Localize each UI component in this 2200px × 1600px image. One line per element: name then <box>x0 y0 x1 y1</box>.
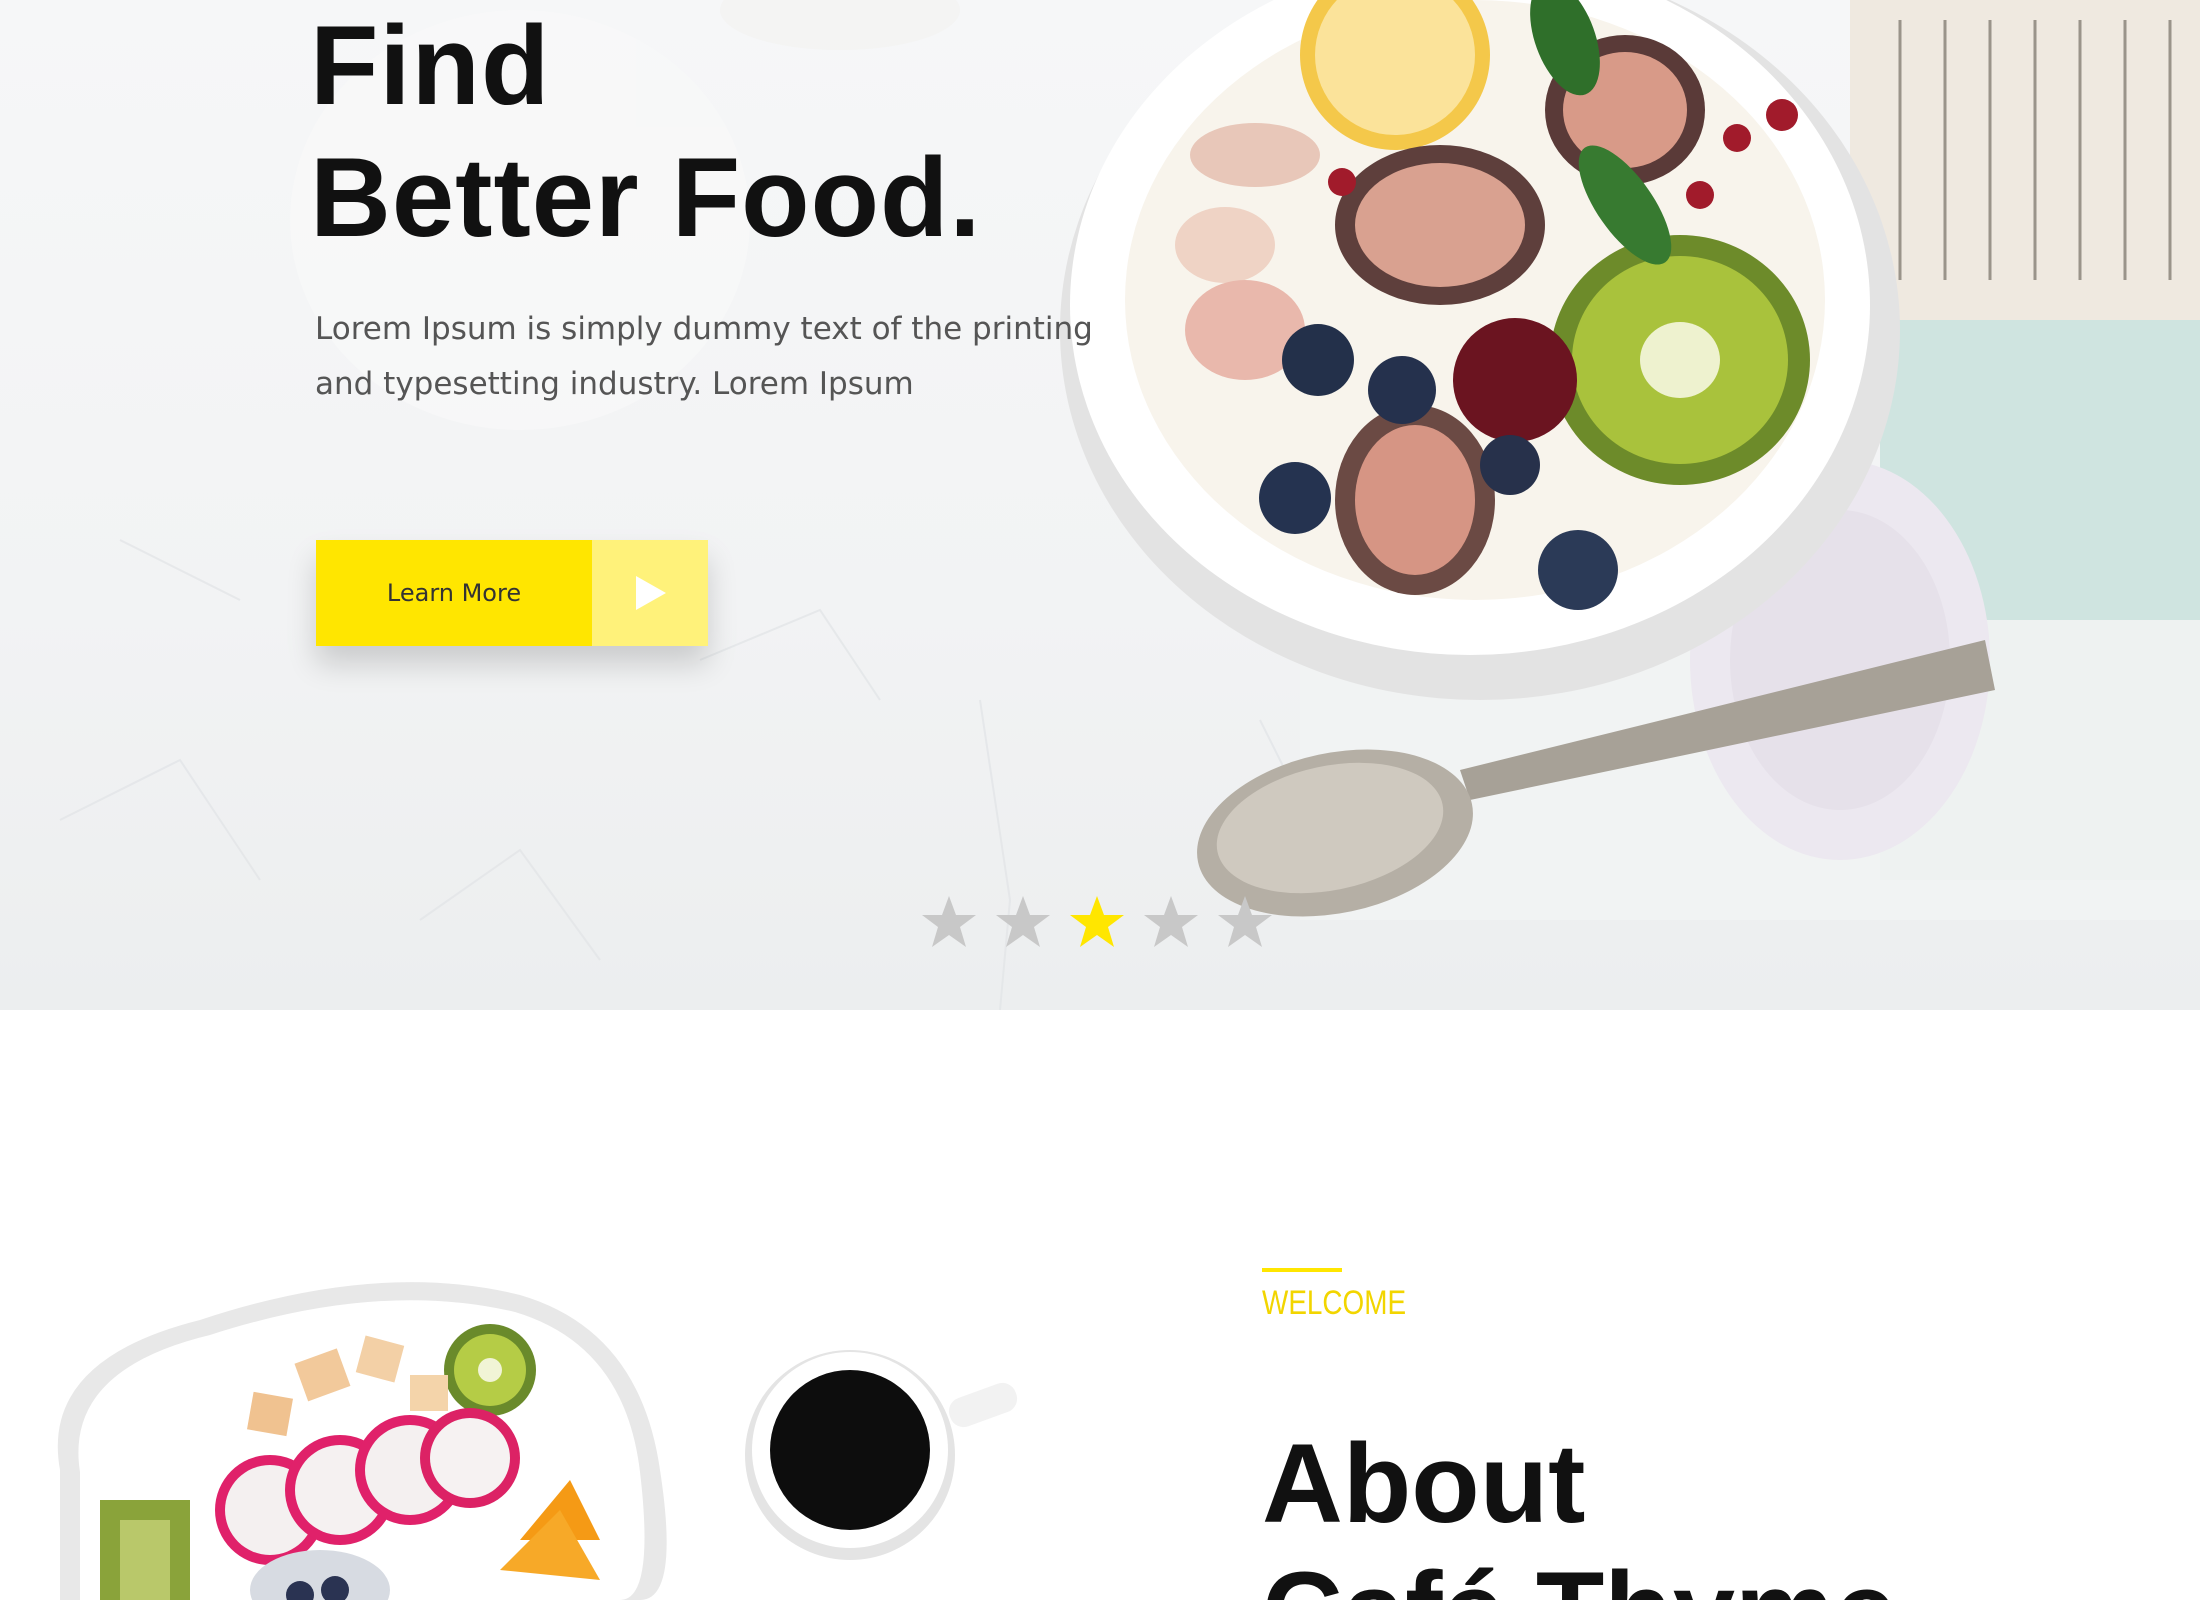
about-heading-line-1: About <box>1262 1421 1586 1546</box>
slide-star-icon[interactable] <box>994 894 1052 952</box>
hero-heading-line-1: Find <box>310 3 551 128</box>
newspaper-illustration <box>1850 0 2200 320</box>
slide-star-icon[interactable] <box>1216 894 1274 952</box>
hero-slider-stars <box>920 894 1274 952</box>
landing-page: Find Better Food. Lorem Ipsum is simply … <box>0 0 2200 1600</box>
slide-star-icon[interactable] <box>920 894 978 952</box>
learn-more-label: Learn More <box>316 540 592 646</box>
about-eyebrow: WELCOME <box>1262 1284 1407 1322</box>
about-food-photo <box>57 1282 1018 1600</box>
hero-heading-line-2: Better Food. <box>310 135 982 260</box>
about-heading: About Café Thyme <box>1262 1420 1897 1600</box>
about-heading-line-2: Café Thyme <box>1262 1548 1897 1600</box>
play-icon <box>592 540 708 646</box>
hero-heading: Find Better Food. <box>310 0 982 264</box>
slide-star-icon-active[interactable] <box>1068 894 1126 952</box>
learn-more-button[interactable]: Learn More <box>316 540 708 646</box>
welcome-accent-line <box>1262 1268 1342 1272</box>
hero-description: Lorem Ipsum is simply dummy text of the … <box>315 311 1093 402</box>
hero-section: Find Better Food. Lorem Ipsum is simply … <box>0 0 2200 1010</box>
slide-star-icon[interactable] <box>1142 894 1200 952</box>
